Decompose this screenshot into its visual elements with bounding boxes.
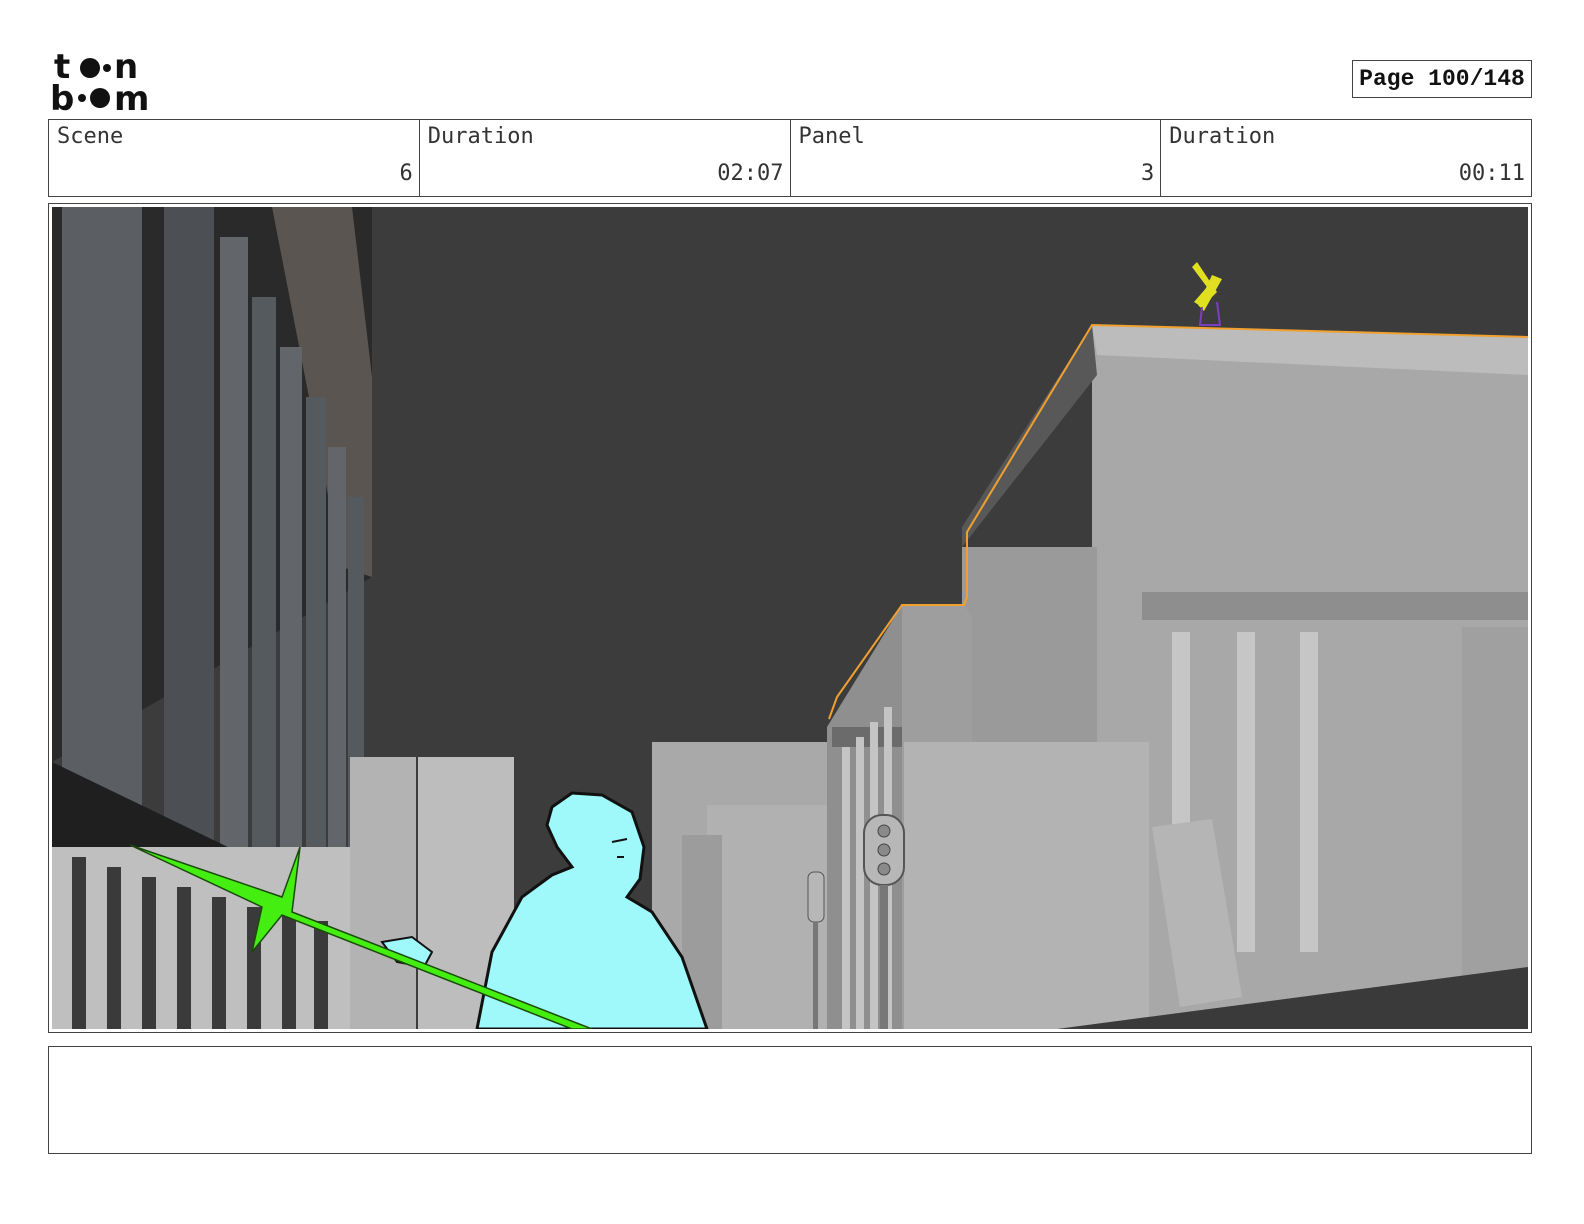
scene-duration-cell: Duration 02:07: [420, 120, 791, 196]
scene-duration-label: Duration: [427, 124, 534, 149]
panel-label: Panel: [798, 124, 865, 149]
panel-duration-value: 00:11: [1458, 161, 1525, 186]
left-colonnade-building: [52, 207, 372, 1029]
page-number: Page 100/148: [1352, 60, 1532, 98]
panel-artwork: [52, 207, 1528, 1029]
panel-notes-box: [48, 1046, 1532, 1154]
scene-value: 6: [399, 161, 413, 186]
scene-label: Scene: [57, 124, 124, 149]
panel-cell: Panel 3: [791, 120, 1162, 196]
svg-text:b: b: [50, 79, 74, 114]
panel-duration-cell: Duration 00:11: [1161, 120, 1531, 196]
scene-duration-value: 02:07: [717, 161, 784, 186]
svg-text:m: m: [114, 79, 149, 114]
panel-duration-label: Duration: [1169, 124, 1276, 149]
panel-value: 3: [1141, 161, 1155, 186]
scene-cell: Scene 6: [49, 120, 420, 196]
toon-boom-logo: t n b m: [50, 50, 149, 114]
scene-info-bar: Scene 6 Duration 02:07 Panel 3 Duration …: [48, 119, 1532, 197]
